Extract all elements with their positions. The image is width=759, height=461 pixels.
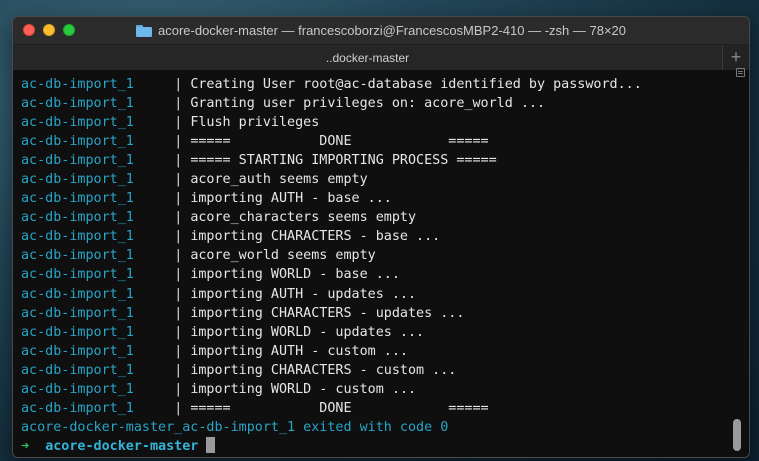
scroll-marker-icon[interactable] xyxy=(736,68,745,77)
log-message: ===== DONE ===== xyxy=(190,400,489,416)
service-name: ac-db-import_1 xyxy=(21,381,175,397)
log-separator: | xyxy=(174,305,183,321)
log-line: ac-db-import_1 | Flush privileges xyxy=(21,113,749,132)
log-line: ac-db-import_1 | Creating User root@ac-d… xyxy=(21,75,749,94)
minimize-button[interactable] xyxy=(43,24,55,36)
log-separator: | xyxy=(174,153,183,169)
log-separator: | xyxy=(174,324,183,340)
service-name: ac-db-import_1 xyxy=(21,210,175,226)
log-separator: | xyxy=(174,400,183,416)
log-separator: | xyxy=(174,248,183,264)
folder-icon xyxy=(135,24,152,37)
log-message: importing AUTH - base ... xyxy=(190,191,392,207)
log-separator: | xyxy=(174,267,183,283)
service-name: ac-db-import_1 xyxy=(21,400,175,416)
service-name: ac-db-import_1 xyxy=(21,229,175,245)
log-message: importing CHARACTERS - base ... xyxy=(190,229,441,245)
log-message: Creating User root@ac-database identifie… xyxy=(190,77,642,92)
log-line: ac-db-import_1 | acore_auth seems empty xyxy=(21,170,749,189)
log-message: ===== DONE ===== xyxy=(190,134,489,150)
log-message: acore_auth seems empty xyxy=(190,172,368,188)
log-line: ac-db-import_1 | importing WORLD - custo… xyxy=(21,380,749,399)
tab-docker-master[interactable]: ..docker-master xyxy=(13,45,722,70)
log-line: ac-db-import_1 | importing CHARACTERS - … xyxy=(21,304,749,323)
log-line: ac-db-import_1 | importing AUTH - custom… xyxy=(21,342,749,361)
log-message: importing WORLD - updates ... xyxy=(190,324,425,340)
service-name: ac-db-import_1 xyxy=(21,286,175,302)
log-separator: | xyxy=(174,134,183,150)
service-name: ac-db-import_1 xyxy=(21,134,175,150)
service-name: ac-db-import_1 xyxy=(21,324,175,340)
log-line: ac-db-import_1 | importing WORLD - updat… xyxy=(21,323,749,342)
tab-bar: ..docker-master + xyxy=(13,45,749,71)
new-tab-button[interactable]: + xyxy=(722,45,749,70)
log-separator: | xyxy=(174,172,183,188)
log-message: importing AUTH - updates ... xyxy=(190,286,417,302)
log-separator: | xyxy=(174,286,183,302)
log-message: importing WORLD - base ... xyxy=(190,267,400,283)
exit-status-line: acore-docker-master_ac-db-import_1 exite… xyxy=(21,419,449,435)
service-name: ac-db-import_1 xyxy=(21,343,175,359)
service-name: ac-db-import_1 xyxy=(21,115,175,131)
window-title: acore-docker-master — francescoborzi@Fra… xyxy=(157,23,626,38)
service-name: ac-db-import_1 xyxy=(21,248,175,264)
service-name: ac-db-import_1 xyxy=(21,305,175,321)
log-separator: | xyxy=(174,96,183,112)
log-line: ac-db-import_1 | Granting user privilege… xyxy=(21,94,749,113)
log-line: ac-db-import_1 | importing AUTH - update… xyxy=(21,285,749,304)
log-message: Granting user privileges on: acore_world… xyxy=(190,96,546,112)
log-message: Flush privileges xyxy=(190,115,320,131)
log-message: acore_characters seems empty xyxy=(190,210,417,226)
log-separator: | xyxy=(174,362,183,378)
prompt-directory: acore-docker-master xyxy=(45,438,199,454)
log-line: ac-db-import_1 | importing AUTH - base .… xyxy=(21,189,749,208)
log-separator: | xyxy=(174,343,183,359)
log-message: importing CHARACTERS - updates ... xyxy=(190,305,465,321)
terminal-window[interactable]: acore-docker-master — francescoborzi@Fra… xyxy=(12,16,750,458)
log-separator: | xyxy=(174,77,183,92)
window-title-group: acore-docker-master — francescoborzi@Fra… xyxy=(135,23,626,38)
log-separator: | xyxy=(174,191,183,207)
log-separator: | xyxy=(174,115,183,131)
log-separator: | xyxy=(174,210,183,226)
log-line: ac-db-import_1 | importing CHARACTERS - … xyxy=(21,227,749,246)
log-line: ac-db-import_1 | ===== DONE ===== xyxy=(21,399,749,418)
text-cursor xyxy=(206,436,216,453)
log-line: ac-db-import_1 | acore_world seems empty xyxy=(21,246,749,265)
service-name: ac-db-import_1 xyxy=(21,172,175,188)
terminal-output[interactable]: ac-db-import_1 | Creating User root@ac-d… xyxy=(13,70,749,457)
service-name: ac-db-import_1 xyxy=(21,96,175,112)
zoom-button[interactable] xyxy=(63,24,75,36)
service-name: ac-db-import_1 xyxy=(21,77,175,92)
log-message: importing AUTH - custom ... xyxy=(190,343,408,359)
close-button[interactable] xyxy=(23,24,35,36)
service-name: ac-db-import_1 xyxy=(21,362,175,378)
log-separator: | xyxy=(174,229,183,245)
log-message: ===== STARTING IMPORTING PROCESS ===== xyxy=(190,153,497,169)
log-line: ac-db-import_1 | acore_characters seems … xyxy=(21,208,749,227)
title-bar[interactable]: acore-docker-master — francescoborzi@Fra… xyxy=(13,17,749,45)
log-line: ac-db-import_1 | importing CHARACTERS - … xyxy=(21,361,749,380)
service-name: ac-db-import_1 xyxy=(21,267,175,283)
log-separator: | xyxy=(174,381,183,397)
tab-label: ..docker-master xyxy=(325,50,410,65)
service-name: ac-db-import_1 xyxy=(21,191,175,207)
scrollbar-thumb[interactable] xyxy=(733,419,741,451)
log-message: importing WORLD - custom ... xyxy=(190,381,417,397)
log-message: acore_world seems empty xyxy=(190,248,376,264)
prompt-arrow-icon: ➜ xyxy=(21,438,30,454)
window-controls xyxy=(23,24,75,36)
log-line: ac-db-import_1 | ===== STARTING IMPORTIN… xyxy=(21,151,749,170)
shell-prompt[interactable]: ➜ acore-docker-master xyxy=(21,436,749,456)
log-line: ac-db-import_1 | importing WORLD - base … xyxy=(21,265,749,284)
log-line: ac-db-import_1 | ===== DONE ===== xyxy=(21,132,749,151)
log-message: importing CHARACTERS - custom ... xyxy=(190,362,457,378)
service-name: ac-db-import_1 xyxy=(21,153,175,169)
